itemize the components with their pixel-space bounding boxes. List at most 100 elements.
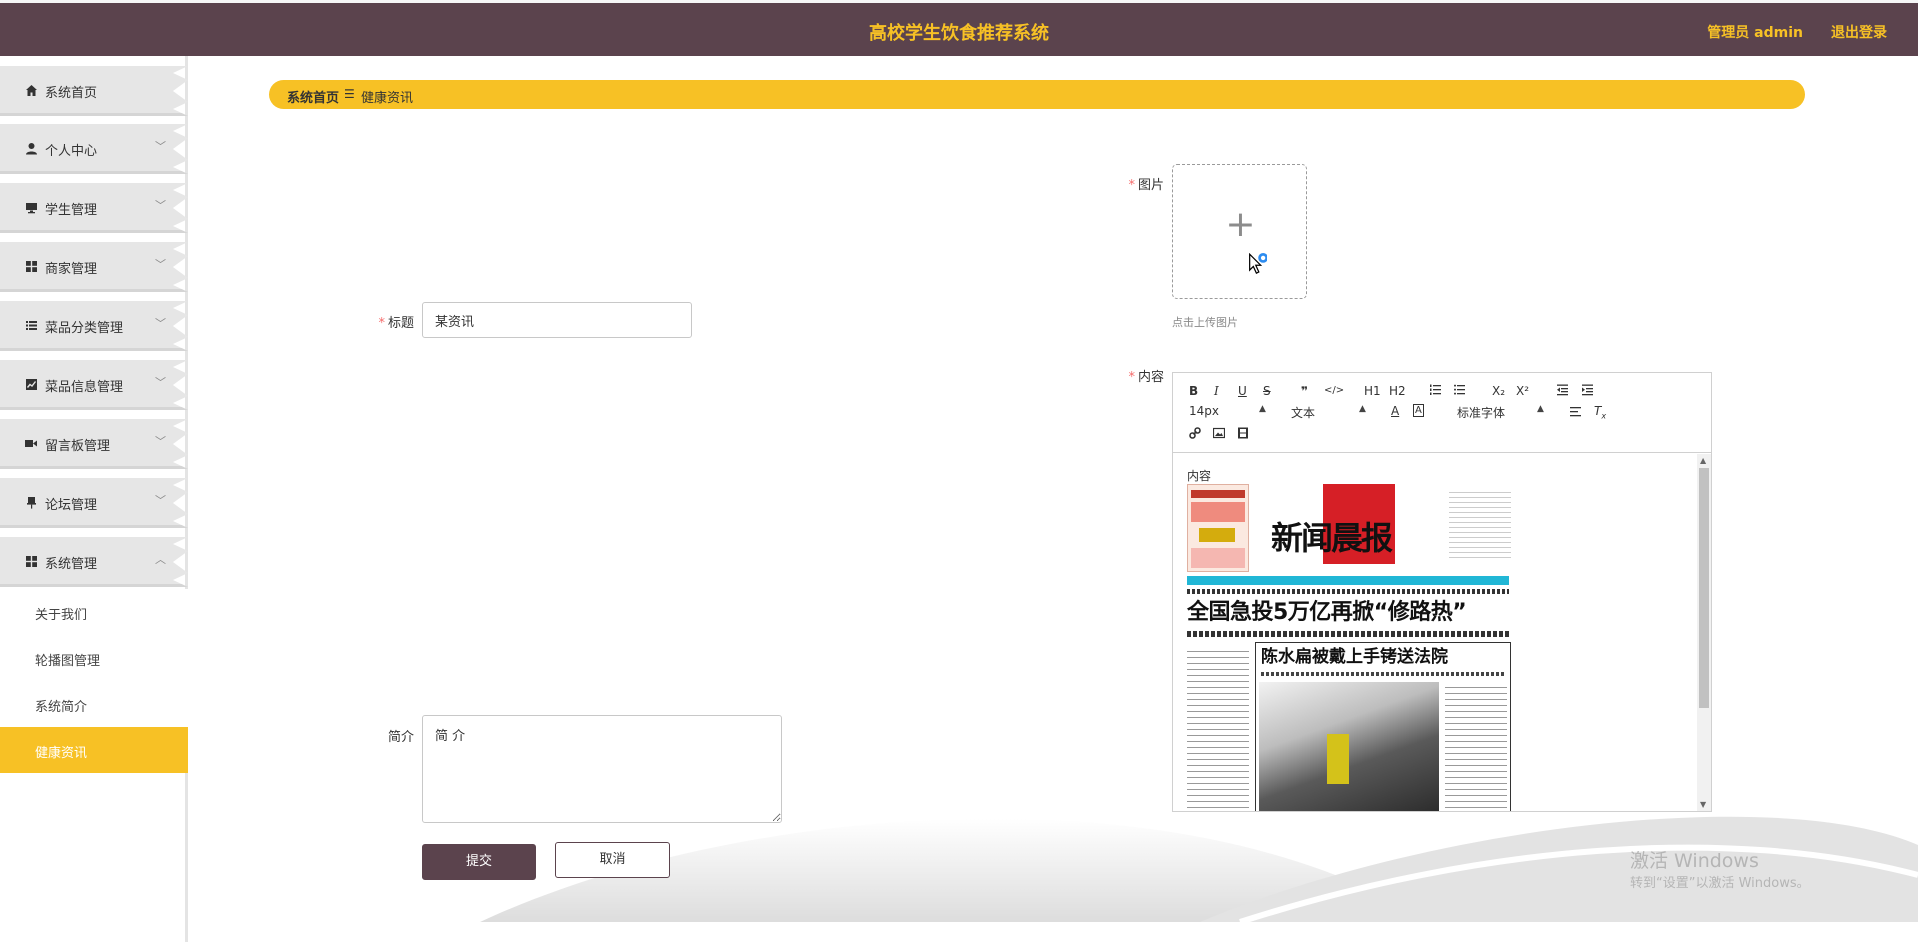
font-family-select[interactable]: 标准字体 ▲ — [1457, 404, 1547, 421]
film-icon — [1238, 427, 1248, 439]
summary-label: 简介 — [387, 730, 414, 745]
video-button[interactable] — [1237, 427, 1249, 442]
submenu-item-carousel[interactable]: 轮播图管理 — [0, 635, 188, 681]
paragraph-select[interactable]: 文本 ▲ — [1291, 404, 1371, 421]
sidebar-item-label: 学生管理 — [45, 203, 98, 218]
editor-content-text: 内容 — [1187, 469, 1212, 483]
align-icon — [1570, 407, 1581, 417]
pin-icon — [24, 496, 38, 510]
newspaper-headline: 全国急投5万亿再掀“修路热” — [1187, 600, 1467, 625]
submit-button[interactable]: 提交 — [422, 844, 536, 880]
image-icon — [1212, 427, 1226, 439]
font-size-select[interactable]: 14px ▲ — [1189, 404, 1269, 418]
sidebar-item-label: 菜品分类管理 — [45, 321, 124, 336]
editor-scrollbar[interactable]: ▲ ▼ — [1697, 454, 1711, 811]
quote-button[interactable]: ❞ — [1301, 384, 1308, 398]
sidebar-item-merchant-management[interactable]: 商家管理 ﹀ — [0, 242, 188, 292]
submenu-item-system-intro[interactable]: 系统简介 — [0, 681, 188, 727]
chevron-down-icon: ﹀ — [155, 435, 166, 448]
newspaper-photo — [1259, 682, 1439, 811]
sidebar-item-label: 论坛管理 — [45, 498, 98, 513]
list-icon — [24, 319, 38, 333]
link-icon — [1189, 427, 1201, 439]
app-title: 高校学生饮食推荐系统 — [869, 23, 1049, 44]
editor-content-area[interactable]: 内容 新闻晨报 全国急投5万亿再掀“修路热” 陈水扁被戴上手铐送法院 — [1173, 454, 1711, 811]
newspaper-ad-band — [1191, 502, 1245, 522]
bullet-list-button[interactable] — [1453, 383, 1466, 399]
subscript-button[interactable]: X₂ — [1492, 384, 1505, 398]
ordered-list-icon — [1430, 384, 1441, 395]
submenu-item-label: 健康资讯 — [35, 746, 88, 761]
bold-button[interactable]: B — [1189, 384, 1198, 398]
newspaper-text-column — [1187, 646, 1249, 811]
chevron-down-icon: ﹀ — [155, 199, 166, 212]
outdent-button[interactable] — [1556, 383, 1569, 399]
sidebar-item-dish-category[interactable]: 菜品分类管理 ﹀ — [0, 301, 188, 351]
title-input[interactable] — [422, 302, 692, 338]
breadcrumb-home-link[interactable]: 系统首页 — [287, 87, 339, 106]
grid-icon — [24, 555, 38, 569]
scroll-up-icon[interactable]: ▲ — [1700, 456, 1706, 465]
home-icon — [24, 84, 38, 98]
scrollbar-thumb[interactable] — [1699, 468, 1709, 708]
bullet-list-icon — [1454, 384, 1465, 395]
breadcrumb: 系统首页 ☰ 健康资讯 — [269, 80, 1805, 109]
user-icon — [24, 142, 38, 156]
plus-icon: + — [1225, 204, 1256, 245]
logout-link[interactable]: 退出登录 — [1831, 22, 1887, 42]
submenu-item-label: 轮播图管理 — [35, 654, 101, 669]
newspaper-cyan-band — [1187, 576, 1509, 585]
superscript-button[interactable]: X² — [1516, 384, 1529, 398]
code-button[interactable]: </> — [1324, 384, 1344, 398]
sidebar-item-label: 商家管理 — [45, 262, 98, 277]
cursor-pointer-icon — [1249, 253, 1267, 274]
italic-button[interactable]: I — [1214, 384, 1219, 398]
windows-activation-watermark: 激活 Windows — [1630, 850, 1759, 872]
sidebar-item-personal-center[interactable]: 个人中心 ﹀ — [0, 124, 188, 174]
newspaper-ad-band — [1191, 490, 1245, 498]
breadcrumb-separator: ☰ — [344, 87, 355, 101]
heading2-button[interactable]: H2 — [1389, 384, 1406, 398]
cancel-button[interactable]: 取消 — [555, 842, 670, 878]
clear-format-button[interactable]: Tx — [1594, 404, 1606, 423]
heading1-button[interactable]: H1 — [1364, 384, 1381, 398]
chevron-up-icon: ︿ — [155, 553, 166, 566]
link-button[interactable] — [1189, 427, 1201, 442]
sidebar-item-label: 菜品信息管理 — [45, 380, 124, 395]
image-label: * 图片 — [1128, 178, 1164, 193]
image-button[interactable] — [1212, 427, 1226, 442]
submenu-item-health-news[interactable]: 健康资讯 — [0, 727, 188, 773]
font-color-button[interactable]: A — [1391, 404, 1399, 418]
content-label: * 内容 — [1128, 370, 1164, 385]
background-color-button[interactable]: A — [1413, 404, 1424, 417]
sidebar-item-label: 系统首页 — [45, 86, 98, 101]
chart-icon — [24, 378, 38, 392]
submenu-item-label: 关于我们 — [35, 608, 88, 623]
align-button[interactable] — [1569, 405, 1582, 420]
sidebar-item-message-board[interactable]: 留言板管理 ﹀ — [0, 419, 188, 469]
submenu-item-about-us[interactable]: 关于我们 — [0, 589, 188, 635]
indent-button[interactable] — [1581, 383, 1594, 399]
select-arrows-icon: ▲ — [1259, 404, 1266, 414]
grid-icon — [24, 260, 38, 274]
underline-button[interactable]: U — [1238, 384, 1247, 398]
newspaper-subhead: 陈水扁被戴上手铐送法院 — [1261, 647, 1448, 667]
ordered-list-button[interactable] — [1429, 383, 1442, 399]
submenu-item-label: 系统简介 — [35, 700, 88, 715]
monitor-icon — [24, 201, 38, 215]
summary-textarea[interactable]: 简 介 — [422, 715, 782, 823]
windows-activation-hint: 转到“设置”以激活 Windows。 — [1630, 876, 1810, 891]
upload-tip: 点击上传图片 — [1172, 316, 1238, 329]
sidebar-item-forum[interactable]: 论坛管理 ﹀ — [0, 478, 188, 528]
scroll-down-icon[interactable]: ▼ — [1700, 800, 1706, 809]
admin-user-label: 管理员 admin — [1707, 25, 1803, 41]
sidebar-item-student-management[interactable]: 学生管理 ﹀ — [0, 183, 188, 233]
sidebar-item-system-management[interactable]: 系统管理 ︿ — [0, 537, 188, 587]
strikethrough-button[interactable]: S — [1263, 384, 1271, 398]
image-upload-area[interactable]: + — [1172, 164, 1307, 299]
chevron-down-icon: ﹀ — [155, 494, 166, 507]
sidebar: 系统首页 个人中心 ﹀ 学生管理 ﹀ 商家管理 ﹀ 菜品分类管理 ﹀ 菜品信息管… — [0, 56, 188, 942]
sidebar-item-home[interactable]: 系统首页 — [0, 66, 188, 116]
title-label: * 标题 — [378, 316, 414, 331]
sidebar-item-dish-info[interactable]: 菜品信息管理 ﹀ — [0, 360, 188, 410]
